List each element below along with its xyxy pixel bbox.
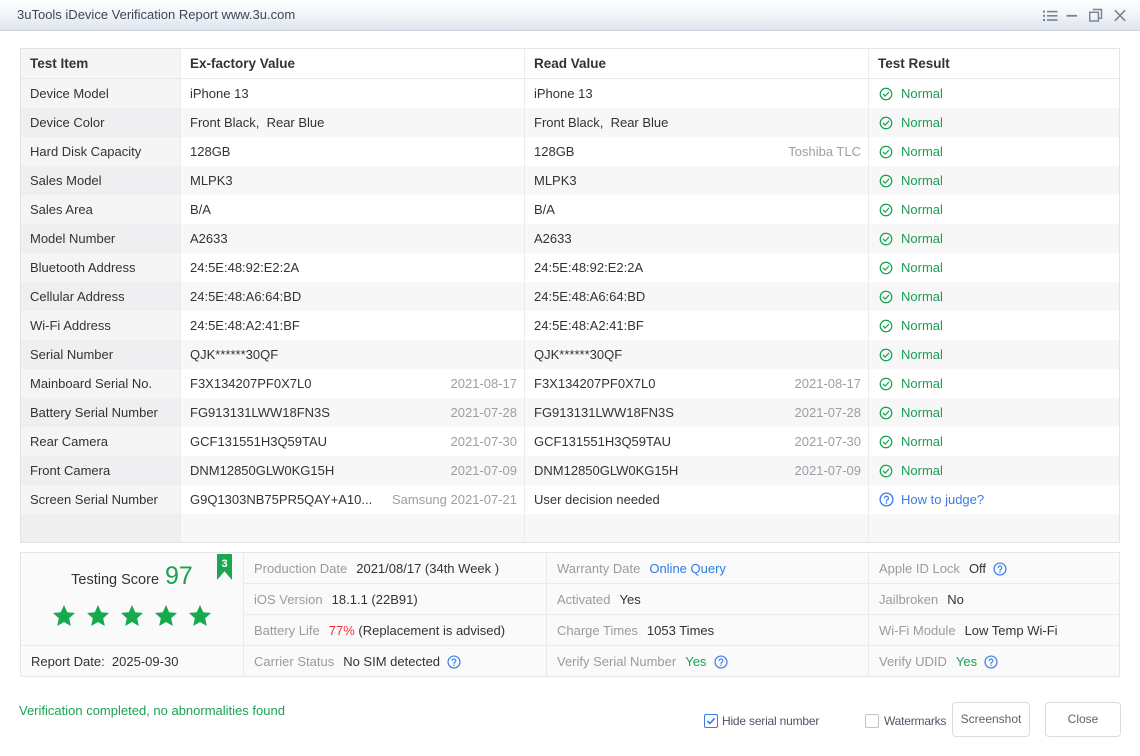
svg-text:3: 3 bbox=[221, 558, 227, 570]
